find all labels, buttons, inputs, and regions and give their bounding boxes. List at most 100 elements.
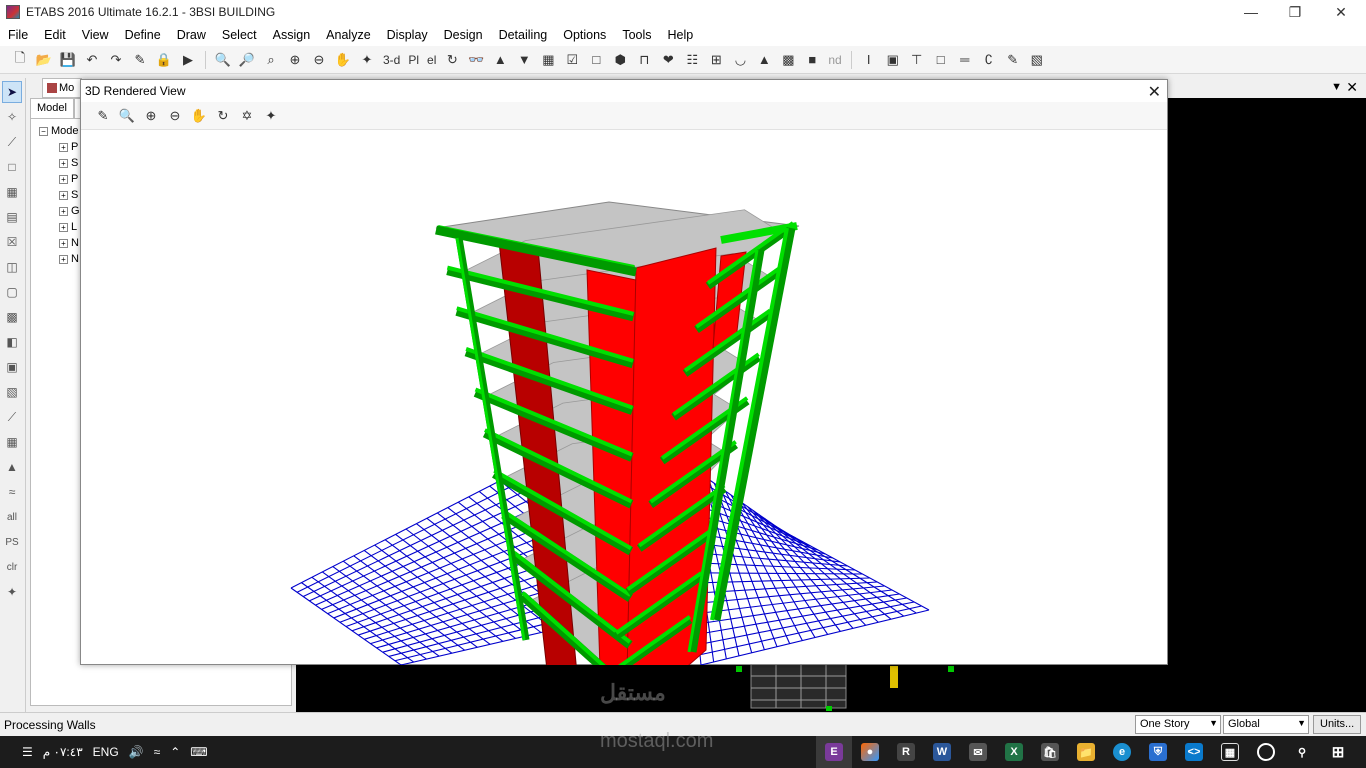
object-shrink-icon[interactable]: □ (586, 50, 606, 70)
draw-line-icon[interactable]: ✎ (1003, 50, 1023, 70)
view-3d-button[interactable]: 3-d (381, 53, 402, 67)
clear-selection-button[interactable]: clr (2, 556, 22, 578)
undo-icon[interactable]: ↶ (82, 50, 102, 70)
elevation-view-button[interactable]: el (425, 53, 438, 67)
cortana-icon[interactable] (1248, 736, 1284, 768)
perspective-icon[interactable]: 👓 (466, 50, 486, 70)
tree-item[interactable]: + S (59, 189, 78, 201)
zoom-out-icon[interactable]: ⊖ (309, 50, 329, 70)
draw-column-section-icon[interactable]: □ (931, 50, 951, 70)
run-analysis-icon[interactable]: ▶ (178, 50, 198, 70)
pointer-icon[interactable]: ✦ (261, 106, 281, 126)
draw-wall-tool-icon[interactable]: ◧ (2, 331, 22, 353)
dropdown-arrow-icon[interactable]: ▼ (1331, 81, 1342, 93)
expand-icon[interactable]: + (59, 238, 68, 248)
menu-display[interactable]: Display (379, 28, 436, 42)
tree-item[interactable]: + N (59, 237, 79, 249)
pan-icon[interactable]: ✋ (333, 50, 353, 70)
model-document-tab[interactable]: Mo (42, 78, 82, 98)
wall-icon[interactable]: ▩ (778, 50, 798, 70)
draw-dimension-icon[interactable]: ⟋ (2, 406, 22, 428)
draw-link-tool-icon[interactable]: ▧ (2, 381, 22, 403)
rotate-icon[interactable]: ↻ (442, 50, 462, 70)
tree-item[interactable]: + N (59, 253, 79, 265)
axes-icon[interactable]: ✡ (237, 106, 257, 126)
checkbox-icon[interactable]: ☑ (562, 50, 582, 70)
tab-model[interactable]: Model (30, 98, 74, 118)
draw-point-icon[interactable]: ❤ (658, 50, 678, 70)
draw-wall-stack-icon[interactable]: ▧ (1027, 50, 1047, 70)
tree-item[interactable]: + P (59, 141, 78, 153)
clock[interactable]: ٠٧:٤٣ م (43, 745, 83, 759)
menu-draw[interactable]: Draw (169, 28, 214, 42)
volume-icon[interactable]: 🔊 (129, 745, 144, 759)
expand-icon[interactable]: + (59, 222, 68, 232)
brace-icon[interactable]: ▲ (754, 50, 774, 70)
close-icon[interactable]: ✕ (1318, 0, 1364, 24)
draw-grid-tool-icon[interactable]: ▦ (2, 431, 22, 453)
draw-area-tool-icon[interactable]: ▢ (2, 281, 22, 303)
expand-icon[interactable]: + (59, 254, 68, 264)
draw-column-tool-icon[interactable]: ▦ (2, 181, 22, 203)
nd-button[interactable]: nd (826, 53, 843, 67)
tree-item[interactable]: + L (59, 221, 77, 233)
collapse-icon[interactable]: − (39, 126, 48, 136)
menu-options[interactable]: Options (555, 28, 614, 42)
expand-icon[interactable]: + (59, 142, 68, 152)
menu-help[interactable]: Help (660, 28, 702, 42)
rotate-icon[interactable]: ↻ (213, 106, 233, 126)
draw-tendon-icon[interactable]: ▲ (2, 456, 22, 478)
draw-frame-tool-icon[interactable]: □ (2, 156, 22, 178)
save-icon[interactable]: 💾 (58, 50, 78, 70)
frame-icon[interactable]: ⊓ (634, 50, 654, 70)
copilot-taskbar-icon[interactable]: ● (852, 736, 888, 768)
draw-column-icon[interactable]: ◡ (730, 50, 750, 70)
menu-define[interactable]: Define (117, 28, 169, 42)
zoom-window-icon[interactable]: 🔍 (213, 50, 233, 70)
vscode-taskbar-icon[interactable]: <> (1176, 736, 1212, 768)
menu-detailing[interactable]: Detailing (491, 28, 556, 42)
draw-floor-tool-icon[interactable]: ◫ (2, 256, 22, 278)
close-pane-icon[interactable]: ✕ (1346, 79, 1358, 96)
rendered-view-canvas[interactable] (81, 130, 1167, 665)
pan-icon[interactable]: ✋ (189, 106, 209, 126)
store-taskbar-icon[interactable]: 🛍 (1032, 736, 1068, 768)
draw-brace-tool-icon[interactable]: ☒ (2, 231, 22, 253)
draw-rect-area-icon[interactable]: ▩ (2, 306, 22, 328)
menu-file[interactable]: File (0, 28, 36, 42)
zoom-in-icon[interactable]: ⊕ (285, 50, 305, 70)
plan-view-button[interactable]: Pl (406, 53, 421, 67)
draw-opening-icon[interactable]: ∁ (979, 50, 999, 70)
mail-taskbar-icon[interactable]: ✉ (960, 736, 996, 768)
draw-beam-tool-icon[interactable]: ▤ (2, 206, 22, 228)
restore-icon[interactable]: ❐ (1272, 0, 1318, 24)
menu-edit[interactable]: Edit (36, 28, 74, 42)
keyboard-icon[interactable]: ⌨ (190, 745, 207, 759)
expand-icon[interactable]: + (59, 206, 68, 216)
etabs-taskbar-icon[interactable]: E (816, 736, 852, 768)
excel-taskbar-icon[interactable]: X (996, 736, 1032, 768)
language-indicator[interactable]: ENG (93, 745, 119, 759)
zoom-restore-icon[interactable]: 🔎 (237, 50, 257, 70)
menu-tools[interactable]: Tools (614, 28, 659, 42)
draw-section-icon[interactable]: ⊤ (907, 50, 927, 70)
render-icon[interactable]: ■ (802, 50, 822, 70)
extrude-icon[interactable]: ⬢ (610, 50, 630, 70)
chevron-up-icon[interactable]: ⌃ (170, 745, 180, 759)
menu-design[interactable]: Design (436, 28, 491, 42)
draw-deck-icon[interactable]: ═ (955, 50, 975, 70)
draw-wave-icon[interactable]: ≈ (2, 481, 22, 503)
menu-analyze[interactable]: Analyze (318, 28, 378, 42)
tree-root[interactable]: − Mode (39, 125, 79, 137)
zoom-in-icon[interactable]: ⊕ (141, 106, 161, 126)
draw-opening-tool-icon[interactable]: ▣ (2, 356, 22, 378)
tree-item[interactable]: + G (59, 205, 80, 217)
menu-select[interactable]: Select (214, 28, 265, 42)
coordinate-system-select[interactable]: Global ▼ (1223, 715, 1309, 734)
move-down-icon[interactable]: ▼ (514, 50, 534, 70)
minimize-icon[interactable]: — (1228, 0, 1274, 24)
start-windows-icon[interactable]: ⊞ (1320, 736, 1356, 768)
close-icon[interactable]: ✕ (1148, 82, 1161, 102)
zoom-out-icon[interactable]: ⊖ (165, 106, 185, 126)
edge-taskbar-icon[interactable]: e (1104, 736, 1140, 768)
